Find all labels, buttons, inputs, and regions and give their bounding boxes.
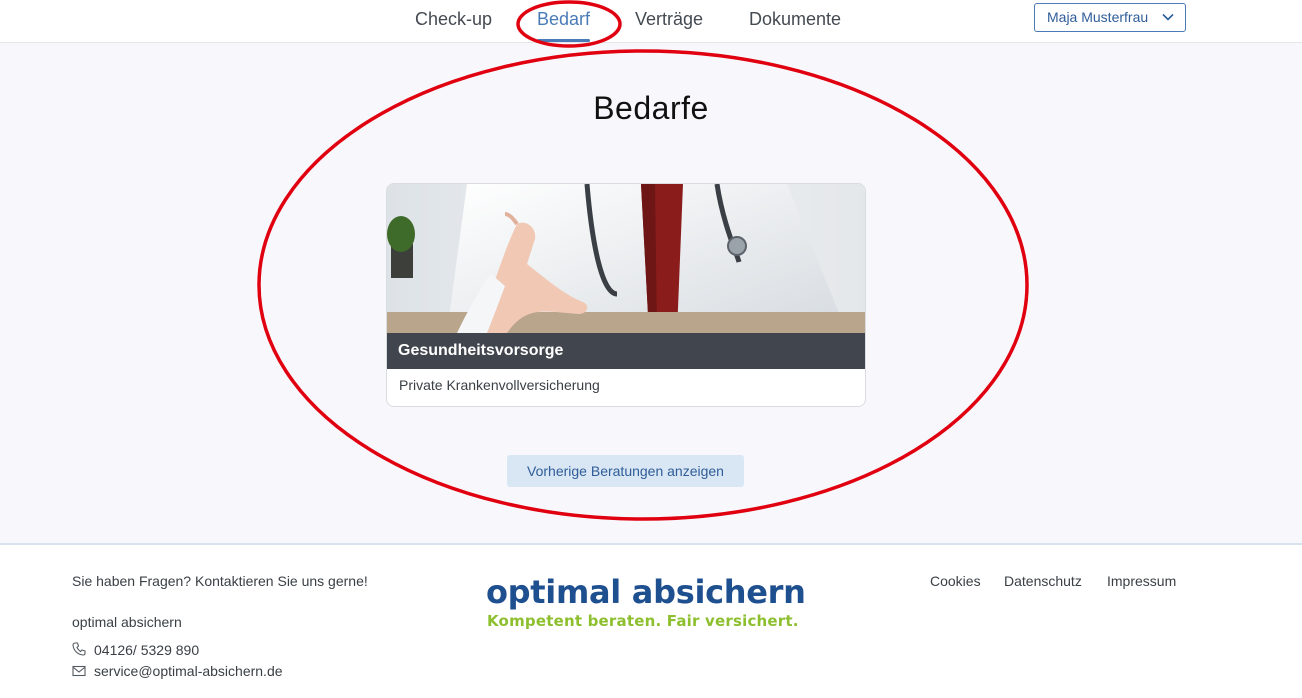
card-category-title: Gesundheitsvorsorge bbox=[387, 333, 865, 369]
chevron-down-icon bbox=[1162, 13, 1174, 21]
nav-tab-dokumente[interactable]: Dokumente bbox=[749, 0, 841, 42]
footer-question-text: Sie haben Fragen? Kontaktieren Sie uns g… bbox=[72, 573, 368, 589]
phone-icon bbox=[72, 642, 86, 656]
user-menu-dropdown[interactable]: Maja Musterfrau bbox=[1034, 3, 1186, 32]
main-content: Bedarfe Gesundheitsvorsorge Private Kran… bbox=[0, 43, 1302, 545]
page-title: Bedarfe bbox=[593, 90, 709, 126]
footer-link-impressum[interactable]: Impressum bbox=[1107, 573, 1176, 589]
show-previous-consultations-button[interactable]: Vorherige Beratungen anzeigen bbox=[507, 455, 744, 487]
footer: Sie haben Fragen? Kontaktieren Sie uns g… bbox=[0, 545, 1302, 698]
card-subtitle: Private Krankenvollversicherung bbox=[399, 377, 600, 393]
footer-email[interactable]: service@optimal-absichern.de bbox=[94, 663, 283, 679]
nav-tab-check-up[interactable]: Check-up bbox=[415, 0, 492, 42]
need-card-gesundheitsvorsorge[interactable]: Gesundheitsvorsorge Private Krankenvollv… bbox=[386, 183, 866, 407]
footer-company-name: optimal absichern bbox=[72, 614, 182, 630]
footer-phone[interactable]: 04126/ 5329 890 bbox=[94, 642, 199, 658]
optimal-absichern-logo: optimal absichern bbox=[486, 573, 806, 611]
footer-link-datenschutz[interactable]: Datenschutz bbox=[1004, 573, 1082, 589]
doctor-handshake-photo bbox=[387, 184, 865, 333]
logo-tagline: Kompetent beraten. Fair versichert. bbox=[487, 612, 799, 630]
top-navigation-bar: Check-up Bedarf Verträge Dokumente Maja … bbox=[0, 0, 1302, 43]
nav-tab-bedarf[interactable]: Bedarf bbox=[537, 0, 591, 42]
nav-tab-vertraege[interactable]: Verträge bbox=[635, 0, 703, 42]
user-menu-label: Maja Musterfrau bbox=[1047, 9, 1149, 25]
mail-icon bbox=[72, 665, 86, 677]
footer-link-cookies[interactable]: Cookies bbox=[930, 573, 981, 589]
